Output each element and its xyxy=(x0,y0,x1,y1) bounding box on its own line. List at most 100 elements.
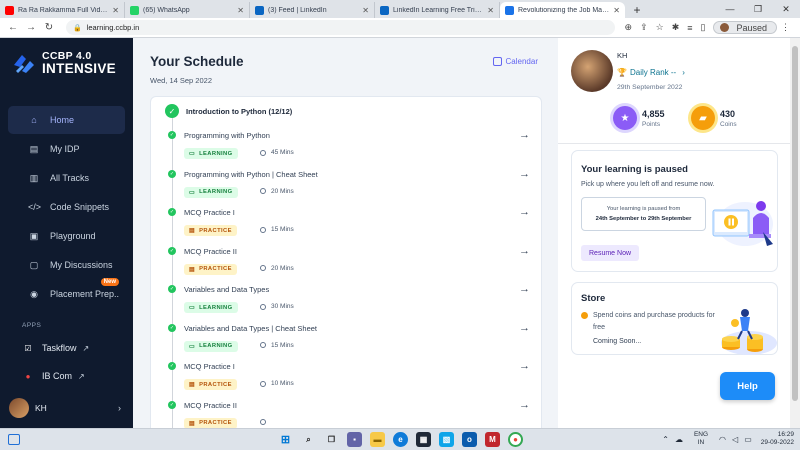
schedule-item[interactable]: ✓ MCQ Practice I ▤ PRACTICE 15 Mins → xyxy=(168,206,530,244)
cloud-icon[interactable]: ☁ xyxy=(675,435,683,444)
browser-tab[interactable]: LinkedIn Learning Free Trial and ✕ xyxy=(375,2,500,18)
tab-close-icon[interactable]: ✕ xyxy=(362,6,369,15)
language-indicator[interactable]: ENG IN xyxy=(694,431,708,447)
store-icon[interactable]: ▦ xyxy=(416,432,431,447)
sidebar-item-placement-prep[interactable]: ◉ Placement Prep.. New xyxy=(8,278,125,308)
edge-icon[interactable]: e xyxy=(393,432,408,447)
sidebar-item-playground[interactable]: ▣ Playground xyxy=(8,222,125,250)
schedule-item[interactable]: ✓ Programming with Python ▭ LEARNING 45 Mins… xyxy=(168,129,530,167)
tab-close-icon[interactable]: ✕ xyxy=(613,6,620,15)
window-controls: — ❐ ✕ xyxy=(716,0,800,18)
arrow-right-icon[interactable]: → xyxy=(519,399,530,411)
extensions-icon[interactable]: ✱ xyxy=(672,22,680,33)
schedule-item[interactable]: ✓ MCQ Practice II ▤ PRACTICE → xyxy=(168,399,530,428)
reload-icon[interactable]: ↻ xyxy=(42,22,56,33)
schedule-item-title: Variables and Data Types xyxy=(184,285,270,294)
points-value: 4,855 xyxy=(642,108,665,119)
daily-rank-link[interactable]: 🏆 Daily Rank -- › xyxy=(617,68,685,77)
volume-icon[interactable]: ◁ xyxy=(732,435,738,444)
sidebar-item-label: Playground xyxy=(50,231,96,241)
minimize-icon[interactable]: — xyxy=(716,0,744,18)
calendar-link[interactable]: Calendar xyxy=(492,57,538,66)
points-label: Points xyxy=(642,120,661,128)
bookmark-star-icon[interactable]: ☆ xyxy=(656,22,664,33)
url-bar[interactable]: 🔒 learning.ccbp.in xyxy=(66,20,615,35)
arrow-right-icon[interactable]: → xyxy=(519,322,530,334)
maximize-icon[interactable]: ❐ xyxy=(744,0,772,18)
app-item-ib-com[interactable]: ● IB Com ↗ xyxy=(0,367,133,385)
browser-tab[interactable]: (3) Feed | LinkedIn ✕ xyxy=(250,2,375,18)
arrow-right-icon[interactable]: → xyxy=(519,245,530,257)
schedule-item[interactable]: ✓ MCQ Practice II ▤ PRACTICE 20 Mins → xyxy=(168,245,530,283)
ccbp-logo[interactable]: CCBP 4.0 INTENSIVE xyxy=(0,38,133,76)
app-item-taskflow[interactable]: ☑ Taskflow ↗ xyxy=(0,339,133,357)
taskbar-clock[interactable]: 16:29 29-09-2022 xyxy=(761,431,794,447)
external-link-icon: ↗ xyxy=(82,343,90,353)
tab-close-icon[interactable]: ✕ xyxy=(112,6,119,15)
sidebar-item-my-discussions[interactable]: ▢ My Discussions xyxy=(8,251,125,279)
sidebar-item-code-snippets[interactable]: </> Code Snippets xyxy=(8,193,125,221)
duration-text: 15 Mins xyxy=(271,341,294,349)
url-text: learning.ccbp.in xyxy=(86,23,140,32)
arrow-right-icon[interactable]: → xyxy=(519,206,530,218)
tab-favicon-icon xyxy=(380,5,389,15)
share-icon[interactable]: ⇪ xyxy=(640,22,648,33)
forward-icon[interactable]: → xyxy=(24,22,38,33)
browser-tab[interactable]: (65) WhatsApp ✕ xyxy=(125,2,250,18)
scrollbar-thumb[interactable] xyxy=(792,46,798,401)
arrow-right-icon[interactable]: → xyxy=(519,168,530,180)
photos-icon[interactable]: ▧ xyxy=(439,432,454,447)
teams-chat-icon[interactable]: ▪ xyxy=(347,432,362,447)
task-view-icon[interactable]: ❐ xyxy=(324,432,339,447)
sidebar-item-label: Code Snippets xyxy=(50,202,110,212)
schedule-item[interactable]: ✓ Variables and Data Types ▭ LEARNING 30 Min… xyxy=(168,283,530,321)
profile-paused-chip[interactable]: Paused xyxy=(713,21,777,34)
arrow-right-icon[interactable]: → xyxy=(519,360,530,372)
tag-label: LEARNING xyxy=(199,189,233,195)
taskbar-date: 29-09-2022 xyxy=(760,439,794,446)
profile-photo[interactable] xyxy=(571,50,613,92)
zoom-icon[interactable]: ⊕ xyxy=(625,22,633,33)
practice-tag: ▤ PRACTICE xyxy=(184,417,237,428)
wifi-icon[interactable]: ◠ xyxy=(719,435,726,444)
sidebar-profile-row[interactable]: KH › xyxy=(0,398,133,418)
outlook-icon[interactable]: o xyxy=(462,432,477,447)
search-icon[interactable]: ⌕ xyxy=(301,432,316,447)
file-explorer-icon[interactable]: ▬ xyxy=(370,432,385,447)
tab-close-icon[interactable]: ✕ xyxy=(487,6,494,15)
tab-close-icon[interactable]: ✕ xyxy=(237,6,244,15)
duration: 45 Mins xyxy=(260,149,294,156)
browser-menu-icon[interactable]: ⋮ xyxy=(781,22,790,33)
browser-tab[interactable]: Ra Ra Rakkamma Full Video Song✕ xyxy=(0,2,125,18)
schedule-item[interactable]: ✓ Programming with Python | Cheat Sheet ▭ L… xyxy=(168,168,530,206)
duration xyxy=(260,418,271,425)
battery-icon[interactable]: ▭ xyxy=(744,435,752,444)
terminal-icon: ▣ xyxy=(29,230,39,241)
clipboard-icon: ▤ xyxy=(189,228,196,234)
sidebar-item-my-idp[interactable]: ▤ My IDP xyxy=(8,135,125,163)
sidebar-item-all-tracks[interactable]: ▥ All Tracks xyxy=(8,164,125,192)
widgets-icon[interactable] xyxy=(8,434,20,445)
scrollbar[interactable] xyxy=(790,38,800,428)
mcafee-icon[interactable]: M xyxy=(485,432,500,447)
arrow-right-icon[interactable]: → xyxy=(519,283,530,295)
sidebar-toggle-icon[interactable]: ▯ xyxy=(701,22,706,33)
schedule-item[interactable]: ✓ Variables and Data Types | Cheat Sheet ▭… xyxy=(168,322,530,360)
sidebar-item-home[interactable]: ⌂ Home xyxy=(8,106,125,134)
chrome-icon[interactable]: ● xyxy=(508,432,523,447)
arrow-right-icon[interactable]: → xyxy=(519,129,530,141)
browser-tab[interactable]: Revolutionizing the Job Market | ✕ xyxy=(500,2,625,18)
resume-now-button[interactable]: Resume Now xyxy=(581,245,640,261)
reading-list-icon[interactable]: ≡ xyxy=(687,23,692,33)
coins-label: Coins xyxy=(720,120,737,128)
new-tab-icon[interactable]: + xyxy=(629,2,645,18)
module-header[interactable]: ✓ Introduction to Python (12/12) xyxy=(165,104,292,118)
daily-rank-label: Daily Rank -- xyxy=(629,68,677,77)
help-button[interactable]: Help xyxy=(720,372,775,400)
chevron-up-icon[interactable]: ⌃ xyxy=(662,435,669,444)
windows-start-icon[interactable]: ⊞ xyxy=(278,432,293,447)
chevron-right-icon: › xyxy=(682,68,685,77)
back-icon[interactable]: ← xyxy=(6,22,20,33)
close-window-icon[interactable]: ✕ xyxy=(772,0,800,18)
schedule-item[interactable]: ✓ MCQ Practice I ▤ PRACTICE 10 Mins → xyxy=(168,360,530,398)
